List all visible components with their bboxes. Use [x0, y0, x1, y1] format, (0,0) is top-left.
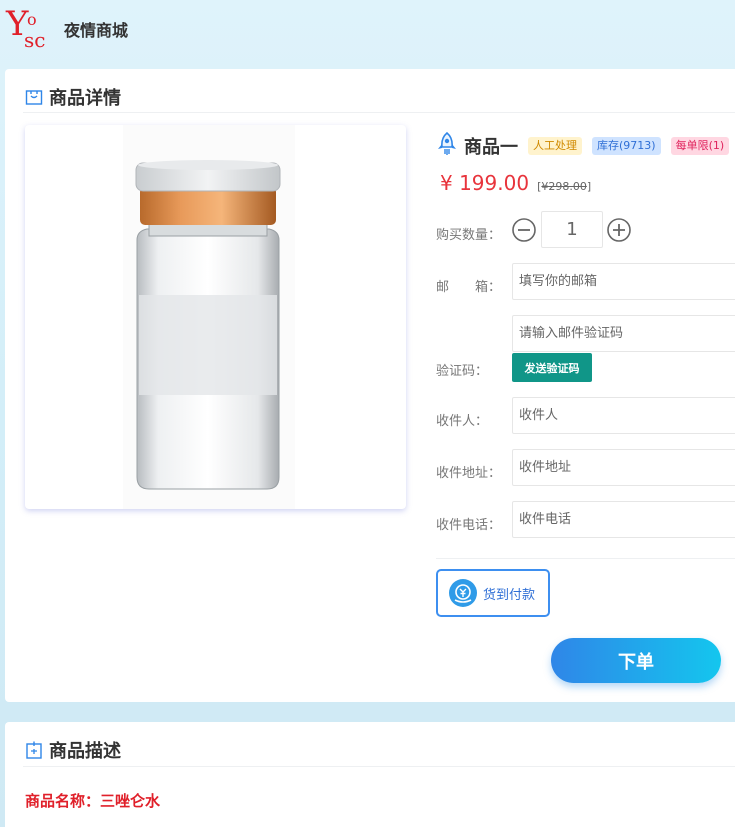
recipient-label: 收件人： — [436, 414, 489, 429]
desc-card-title: 商品描述 — [49, 741, 121, 762]
address-field[interactable] — [512, 449, 735, 486]
verification-code-field[interactable] — [512, 315, 735, 352]
recipient-field[interactable] — [512, 397, 735, 434]
product-image — [25, 125, 406, 509]
cash-on-delivery-option[interactable]: 货到付款 — [436, 569, 550, 617]
rocket-icon — [436, 131, 458, 160]
product-detail-card: 商品详情 商品一 人工处理 库存(9713) 每单限(1) ¥ 199.00 [… — [5, 69, 735, 702]
plus-icon[interactable] — [607, 218, 631, 242]
phone-label: 收件电话： — [436, 518, 502, 533]
current-price: ¥ 199.00 — [440, 171, 530, 195]
top-bar: Yo sc 夜情商城 — [0, 0, 735, 58]
stock-badge: 库存(9713) — [592, 137, 661, 155]
product-name: 商品一 — [464, 137, 518, 158]
quantity-label: 购买数量： — [436, 228, 502, 243]
email-label: 邮 箱： — [436, 280, 502, 295]
site-logo[interactable]: Yo sc — [6, 6, 52, 52]
phone-field[interactable] — [512, 501, 735, 538]
site-name[interactable]: 夜情商城 — [64, 17, 128, 41]
send-code-button[interactable]: 发送验证码 — [512, 353, 592, 382]
vial-image — [123, 125, 295, 509]
product-title-row: 商品一 人工处理 库存(9713) 每单限(1) — [436, 131, 735, 160]
price-row: ¥ 199.00 [¥298.00] — [440, 171, 591, 195]
detail-card-title: 商品详情 — [49, 88, 121, 109]
detail-card-header: 商品详情 — [25, 85, 121, 109]
desc-header-divider — [23, 766, 735, 767]
bag-icon — [25, 88, 43, 106]
description-product-name: 商品名称：三唑仑水 — [25, 792, 161, 810]
product-description-card: 商品描述 商品名称：三唑仑水 — [5, 722, 735, 827]
quantity-input[interactable] — [541, 211, 603, 248]
purchase-limit-badge: 每单限(1) — [670, 137, 730, 155]
payment-icon — [448, 578, 478, 608]
desc-card-header: 商品描述 — [25, 738, 121, 762]
email-field[interactable] — [512, 263, 735, 300]
original-price: [¥298.00] — [537, 180, 592, 193]
place-order-button[interactable]: 下单 — [551, 638, 721, 683]
tag-icon — [25, 741, 43, 759]
header-divider — [23, 112, 735, 113]
verification-code-label: 验证码： — [436, 364, 489, 379]
minus-icon[interactable] — [512, 218, 536, 242]
payment-option-label: 货到付款 — [483, 587, 536, 603]
address-label: 收件地址： — [436, 466, 502, 481]
manual-processing-badge: 人工处理 — [528, 137, 582, 155]
form-divider — [436, 558, 735, 559]
